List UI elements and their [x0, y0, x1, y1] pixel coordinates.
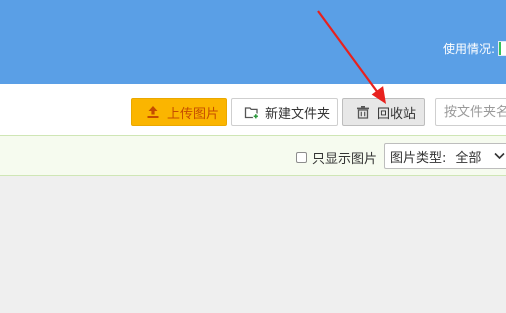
only-images-label: 只显示图片: [312, 152, 378, 167]
image-type-value: 全部: [455, 150, 482, 166]
folder-search-input[interactable]: [435, 98, 506, 126]
trash-icon: [355, 104, 371, 120]
image-type-select[interactable]: 图片类型: 全部: [384, 143, 506, 169]
recycle-bin-button[interactable]: 回收站: [342, 98, 425, 126]
upload-label: 上传图片: [167, 106, 220, 122]
filter-bar: 只显示图片 图片类型: 全部: [0, 135, 506, 176]
chevron-down-icon: [494, 152, 505, 160]
only-images-toggle[interactable]: 只显示图片: [296, 148, 377, 167]
recycle-label: 回收站: [377, 106, 417, 122]
new-folder-button[interactable]: 新建文件夹: [231, 98, 338, 126]
upload-image-button[interactable]: 上传图片: [131, 98, 227, 126]
usage-label: 使用情况:: [442, 41, 495, 56]
usage-indicator: 使用情况:: [443, 40, 506, 56]
page: 使用情况: 上传图片 新建文件夹 回收站 按文件夹名称 只显示图片 图片类型: …: [0, 0, 506, 313]
new-folder-label: 新建文件夹: [265, 106, 331, 122]
upload-icon: [145, 104, 161, 120]
only-images-checkbox[interactable]: [296, 152, 307, 163]
usage-bar: [498, 40, 506, 56]
toolbar: 上传图片 新建文件夹 回收站: [0, 84, 506, 135]
image-type-label: 图片类型:: [390, 150, 447, 166]
top-banner: 使用情况:: [0, 0, 506, 84]
folder-add-icon: [244, 104, 260, 120]
